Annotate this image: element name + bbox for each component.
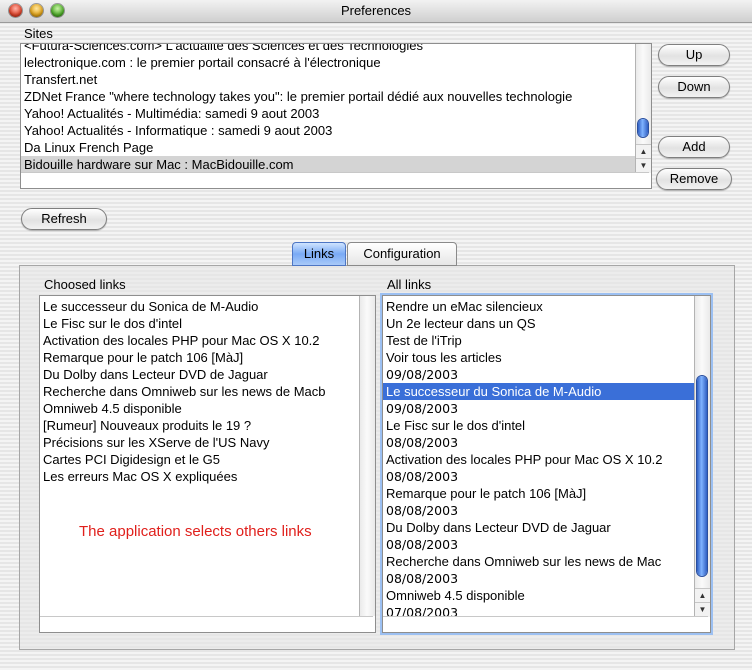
all-link-item[interactable]: 08/08/2003 <box>383 502 694 519</box>
choosed-links-list[interactable]: Le successeur du Sonica de M-Audio Le Fis… <box>39 295 376 633</box>
site-list-item[interactable]: Yahoo! Actualités - Multimédia: samedi 9… <box>21 105 635 122</box>
all-link-item[interactable]: Rendre un eMac silencieux <box>383 298 694 315</box>
all-link-item[interactable]: Omniweb 4.5 disponible <box>383 587 694 604</box>
tab-configuration[interactable]: Configuration <box>347 242 457 266</box>
choosed-link-item[interactable]: Les erreurs Mac OS X expliquées <box>40 468 358 485</box>
scroll-down-arrow-icon[interactable]: ▼ <box>695 602 710 617</box>
window-title: Preferences <box>340 3 412 18</box>
add-button[interactable]: Add <box>658 136 730 158</box>
all-link-item[interactable]: 08/08/2003 <box>383 570 694 587</box>
site-list-item[interactable]: Bidouille hardware sur Mac : MacBidouill… <box>21 156 635 173</box>
all-link-item[interactable]: Le Fisc sur le dos d'intel <box>383 417 694 434</box>
all-link-item[interactable]: Activation des locales PHP pour Mac OS X… <box>383 451 694 468</box>
all-link-item[interactable]: Recherche dans Omniweb sur les news de M… <box>383 553 694 570</box>
site-list-item[interactable]: Transfert.net <box>21 71 635 88</box>
scroll-up-arrow-icon[interactable]: ▲ <box>695 588 710 603</box>
choosed-link-item[interactable]: Remarque pour le patch 106 [MàJ] <box>40 349 358 366</box>
choosed-link-item[interactable]: Le Fisc sur le dos d'intel <box>40 315 358 332</box>
site-list-item[interactable]: Da Linux French Page <box>21 139 635 156</box>
choosed-link-item[interactable]: Précisions sur les XServe de l'US Navy <box>40 434 358 451</box>
choosed-links-label: Choosed links <box>44 277 126 292</box>
choosed-links-hscroll-area <box>40 616 373 632</box>
down-button[interactable]: Down <box>658 76 730 98</box>
choosed-link-item[interactable]: Le successeur du Sonica de M-Audio <box>40 298 358 315</box>
all-links-list[interactable]: Rendre un eMac silencieux Un 2e lecteur d… <box>382 295 711 633</box>
site-list-item[interactable]: ZDNet France "where technology takes you… <box>21 88 635 105</box>
sites-rows: <Futura-Sciences.com> L'actualité des Sc… <box>21 44 635 173</box>
site-list-item[interactable]: <Futura-Sciences.com> L'actualité des Sc… <box>21 44 635 54</box>
all-link-item[interactable]: 09/08/2003 <box>383 366 694 383</box>
choosed-link-item[interactable]: Omniweb 4.5 disponible <box>40 400 358 417</box>
scroll-down-arrow-icon[interactable]: ▼ <box>636 158 651 173</box>
up-button[interactable]: Up <box>658 44 730 66</box>
all-link-item[interactable]: 08/08/2003 <box>383 434 694 451</box>
all-link-item[interactable]: Voir tous les articles <box>383 349 694 366</box>
sites-list[interactable]: <Futura-Sciences.com> L'actualité des Sc… <box>20 43 652 189</box>
all-links-scrollbar[interactable]: ▲ ▼ <box>694 296 710 617</box>
choosed-link-item[interactable]: Du Dolby dans Lecteur DVD de Jaguar <box>40 366 358 383</box>
choosed-links-rows: Le successeur du Sonica de M-Audio Le Fis… <box>40 298 358 485</box>
remove-button[interactable]: Remove <box>656 168 732 190</box>
choosed-link-item[interactable]: Cartes PCI Digidesign et le G5 <box>40 451 358 468</box>
sites-scroll-thumb[interactable] <box>638 119 648 137</box>
scroll-up-arrow-icon[interactable]: ▲ <box>636 144 651 159</box>
all-link-item[interactable]: Un 2e lecteur dans un QS <box>383 315 694 332</box>
sites-label: Sites <box>24 26 53 41</box>
all-links-rows: Rendre un eMac silencieux Un 2e lecteur d… <box>383 298 694 621</box>
refresh-button[interactable]: Refresh <box>21 208 107 230</box>
all-links-label: All links <box>387 277 432 292</box>
all-link-item[interactable]: Le successeur du Sonica de M-Audio <box>383 383 694 400</box>
sites-scrollbar[interactable]: ▲ ▼ <box>635 44 651 173</box>
title-bar: Preferences <box>0 0 752 23</box>
choosed-links-scrollbar[interactable] <box>359 296 375 616</box>
sites-hscroll-area <box>21 172 649 188</box>
choosed-link-item[interactable]: Recherche dans Omniweb sur les news de M… <box>40 383 358 400</box>
all-link-item[interactable]: 09/08/2003 <box>383 400 694 417</box>
choosed-link-item[interactable]: Activation des locales PHP pour Mac OS X… <box>40 332 358 349</box>
all-link-item[interactable]: 08/08/2003 <box>383 468 694 485</box>
all-link-item[interactable]: 08/08/2003 <box>383 536 694 553</box>
all-links-hscroll-area <box>383 616 708 632</box>
all-link-item[interactable]: Remarque pour le patch 106 [MàJ] <box>383 485 694 502</box>
all-links-scroll-thumb[interactable] <box>697 376 707 576</box>
annotation-text: The application selects others links <box>79 523 312 540</box>
choosed-link-item[interactable]: [Rumeur] Nouveaux produits le 19 ? <box>40 417 358 434</box>
tab-links[interactable]: Links <box>292 242 346 266</box>
site-list-item[interactable]: Yahoo! Actualités - Informatique : samed… <box>21 122 635 139</box>
all-link-item[interactable]: Test de l'iTrip <box>383 332 694 349</box>
all-link-item[interactable]: Du Dolby dans Lecteur DVD de Jaguar <box>383 519 694 536</box>
site-list-item[interactable]: lelectronique.com : le premier portail c… <box>21 54 635 71</box>
